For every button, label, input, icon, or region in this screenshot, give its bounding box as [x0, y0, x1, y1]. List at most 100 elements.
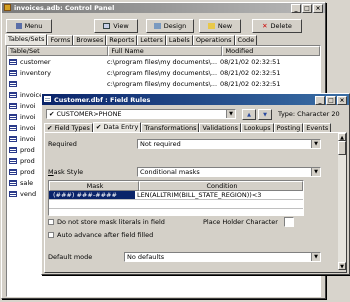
table-icon: [9, 69, 17, 76]
required-label: Required: [48, 140, 77, 148]
tab-operations[interactable]: Operations: [192, 35, 235, 45]
tab-forms[interactable]: Forms: [47, 35, 74, 45]
table-icon: [9, 102, 17, 109]
mask-style-label: Mask Style: [48, 168, 84, 176]
field-type-label: Type: Character 20: [278, 110, 340, 118]
menu-icon: [15, 23, 22, 29]
menu-button[interactable]: Menu: [6, 19, 52, 33]
checkmark-icon: ✔: [49, 110, 55, 118]
table-icon: [9, 91, 17, 98]
table-row[interactable]: [49, 208, 303, 215]
table-name: invoi: [20, 112, 36, 121]
table-name: inventory: [20, 68, 51, 77]
table-icon: [9, 58, 17, 65]
table-row[interactable]: (###) ###-#### LEN(ALLTRIM(BILL_STATE_RE…: [49, 191, 303, 199]
table-icon: [9, 124, 17, 131]
table-row[interactable]: customer c:\program files\my documents\..…: [7, 56, 320, 67]
modified-cell: 08/21/02 02:32:51: [220, 68, 281, 77]
close-icon[interactable]: ×: [313, 4, 323, 13]
scroll-thumb[interactable]: [338, 141, 346, 155]
new-button[interactable]: New: [199, 19, 241, 33]
placeholder-input[interactable]: [284, 217, 294, 227]
table-name: prod: [20, 145, 35, 154]
mask-cell[interactable]: (###) ###-####: [49, 191, 135, 199]
data-entry-panel: Required Not required ▼ Mask Style Condi…: [44, 132, 347, 273]
table-name: customer: [20, 57, 51, 66]
table-icon: [9, 80, 17, 87]
default-mode-label: Default mode: [48, 253, 93, 261]
auto-advance-checkbox[interactable]: [48, 232, 54, 238]
table-row[interactable]: [49, 199, 303, 208]
column-header-modified[interactable]: Modified: [222, 46, 320, 56]
column-header-full-name[interactable]: Full Name: [108, 46, 223, 56]
tab-reports[interactable]: Reports: [106, 35, 138, 45]
table-icon: [9, 179, 17, 186]
delete-icon: ✕: [262, 22, 268, 30]
full-name-cell: c:\program files\my documents\...: [107, 57, 218, 66]
maximize-icon[interactable]: □: [302, 4, 312, 13]
column-header-table-set[interactable]: Table/Set: [7, 46, 109, 56]
app-icon: [4, 4, 11, 11]
table-name: invoi: [20, 134, 36, 143]
full-name-cell: c:\program files\my documents\...: [107, 68, 218, 77]
required-select[interactable]: Not required ▼: [137, 139, 321, 149]
no-store-mask-label: Do not store mask literals in field: [57, 218, 165, 226]
scroll-down-icon[interactable]: ▼: [338, 262, 346, 270]
column-header-condition[interactable]: Condition: [139, 181, 303, 191]
tab-code[interactable]: Code: [234, 35, 258, 45]
tab-browses[interactable]: Browses: [73, 35, 107, 45]
checkmark-icon: ✔: [47, 124, 55, 132]
field-rules-titlebar: Customer.dbf : Field Rules _ □ ×: [42, 94, 349, 105]
table-row[interactable]: inventory c:\program files\my documents\.…: [7, 67, 320, 78]
previous-field-button[interactable]: ▲: [242, 109, 256, 120]
auto-advance-label: Auto advance after field filled: [57, 231, 154, 239]
condition-cell[interactable]: LEN(ALLTRIM(BILL_STATE_REGION))<3: [135, 191, 297, 199]
scroll-up-icon[interactable]: ▲: [338, 133, 346, 141]
placeholder-label: Place Holder Character: [203, 218, 278, 226]
table-icon: [9, 146, 17, 153]
chevron-down-icon[interactable]: ▼: [311, 168, 320, 176]
close-icon[interactable]: ×: [337, 96, 347, 105]
field-rules-title: Customer.dbf : Field Rules: [54, 95, 151, 104]
table-name: vend: [20, 189, 37, 198]
design-button[interactable]: Design: [146, 19, 194, 33]
view-icon: [103, 23, 111, 29]
table-row[interactable]: c:\program files\my documents\... 08/21/0…: [7, 78, 320, 89]
table-name: prod: [20, 167, 35, 176]
mask-grid[interactable]: Mask Condition (###) ###-#### LEN(ALLTRI…: [48, 180, 304, 216]
mask-style-select[interactable]: Conditional masks ▼: [137, 167, 321, 177]
no-store-mask-checkbox[interactable]: [48, 219, 54, 225]
vertical-scrollbar[interactable]: ▲ ▼: [338, 133, 346, 270]
chevron-down-icon[interactable]: ▼: [311, 253, 320, 261]
full-name-cell: c:\program files\my documents\...: [107, 79, 218, 88]
design-icon: [153, 23, 161, 29]
maximize-icon[interactable]: □: [326, 96, 336, 105]
delete-button[interactable]: ✕ Delete: [252, 19, 302, 33]
tab-letters[interactable]: Letters: [137, 35, 166, 45]
column-header-mask[interactable]: Mask: [49, 181, 139, 191]
table-name: sale: [20, 178, 34, 187]
next-field-button[interactable]: ▼: [258, 109, 272, 120]
new-icon: [207, 23, 215, 29]
modified-cell: 08/21/02 02:32:51: [220, 57, 281, 66]
table-name: prod: [20, 156, 35, 165]
table-name: invoice: [20, 90, 44, 99]
table-name: invoi: [20, 101, 36, 110]
field-select[interactable]: ✔ CUSTOMER>PHONE ▼: [46, 109, 236, 119]
default-mode-select[interactable]: No defaults ▼: [124, 252, 321, 262]
table-icon: [9, 113, 17, 120]
control-panel-titlebar: invoices.adb: Control Panel _ □ ×: [2, 3, 325, 13]
view-button[interactable]: View: [94, 19, 138, 33]
tab-labels[interactable]: Labels: [165, 35, 193, 45]
minimize-icon[interactable]: _: [291, 4, 301, 13]
chevron-down-icon[interactable]: ▼: [226, 110, 235, 118]
chevron-down-icon[interactable]: ▼: [311, 140, 320, 148]
window-title: invoices.adb: Control Panel: [14, 4, 115, 12]
control-panel-tabs: Tables/Sets Forms Browses Reports Letter…: [5, 34, 258, 45]
table-icon: [9, 135, 17, 142]
modified-cell: 08/21/02 02:32:51: [220, 79, 281, 88]
table-name: invoi: [20, 123, 36, 132]
tab-tables-sets[interactable]: Tables/Sets: [5, 34, 48, 45]
minimize-icon[interactable]: _: [315, 96, 325, 105]
table-icon: [9, 157, 17, 164]
